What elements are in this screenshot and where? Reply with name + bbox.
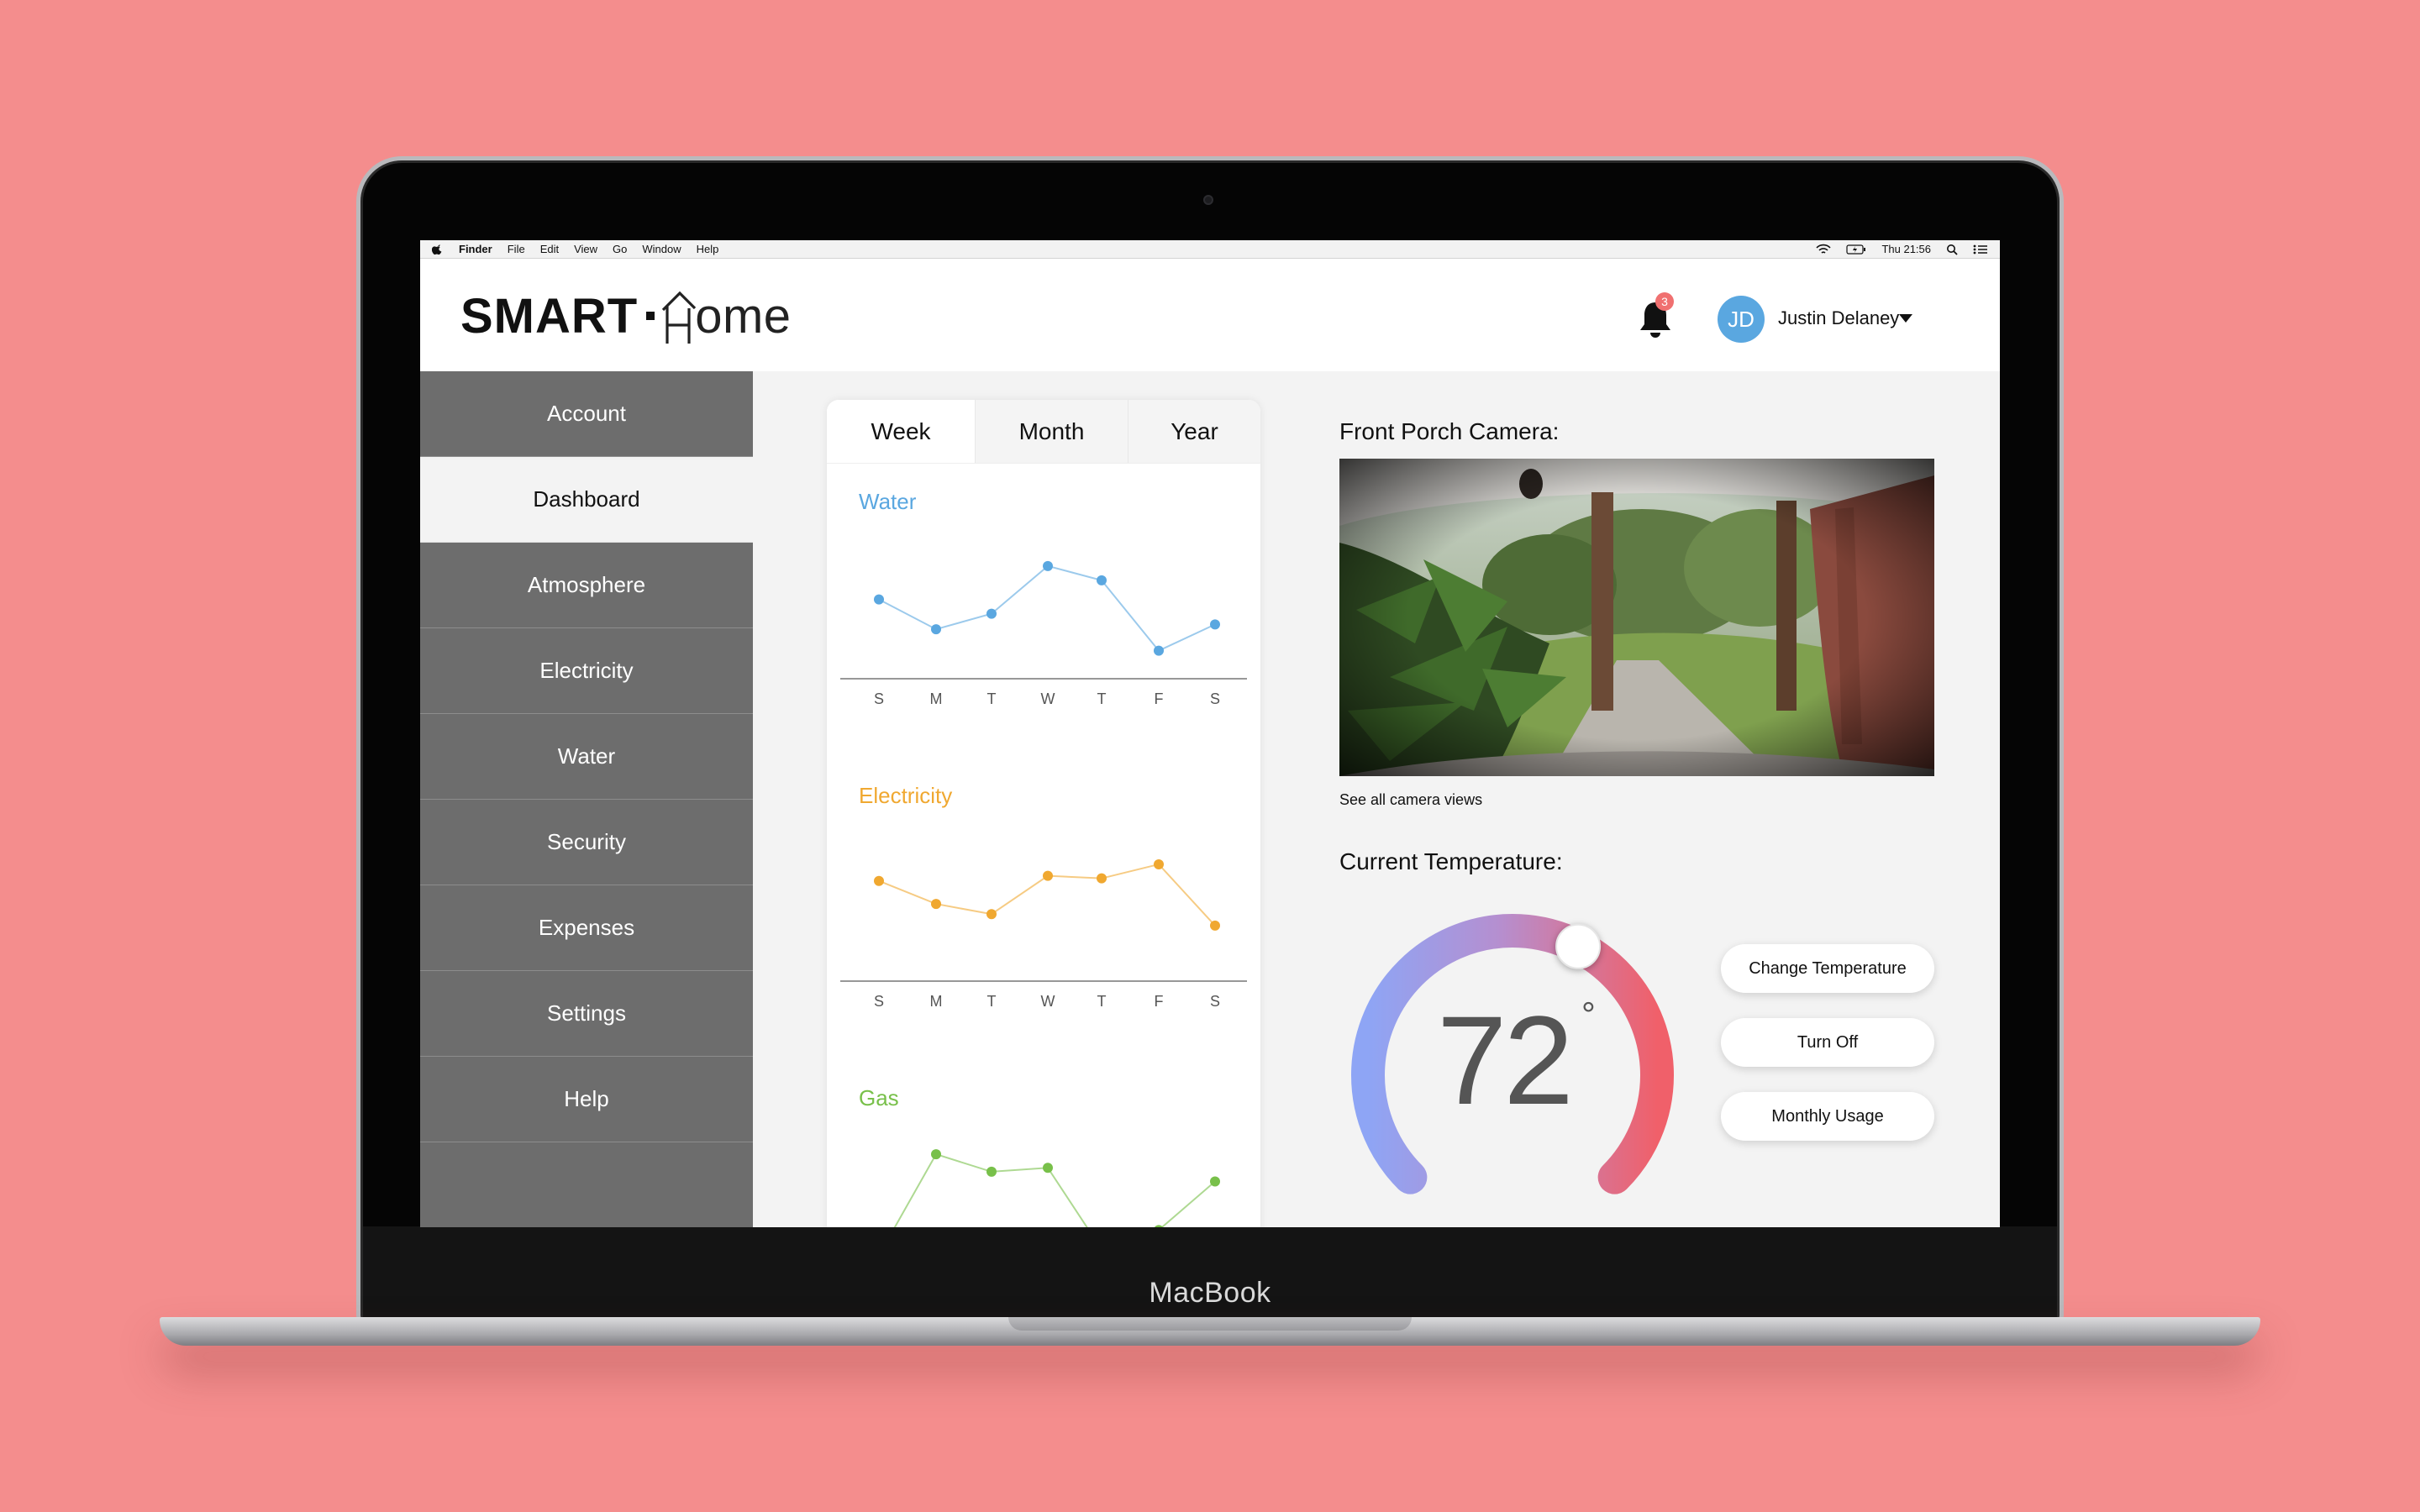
data-point[interactable] xyxy=(874,875,884,886)
sidebar-item-water[interactable]: Water xyxy=(420,714,753,800)
data-point[interactable] xyxy=(1154,645,1164,656)
thermostat-knob[interactable] xyxy=(1555,923,1602,969)
data-point[interactable] xyxy=(1210,1176,1220,1187)
electricity-chart: SMTWTFS xyxy=(840,858,1247,1010)
logo-text-home: ome xyxy=(695,288,792,344)
app-header: SMART ome 3 JD Justin Delaney xyxy=(420,259,2000,371)
menu-window[interactable]: Window xyxy=(642,243,681,255)
temperature-unit: ° xyxy=(1581,995,1596,1034)
menu-help[interactable]: Help xyxy=(697,243,719,255)
sidebar-item-settings[interactable]: Settings xyxy=(420,971,753,1057)
water-chart: SMTWTFS xyxy=(840,560,1247,707)
x-tick-label: F xyxy=(1155,993,1164,1010)
data-point[interactable] xyxy=(1154,858,1164,869)
electricity-chart-title: Electricity xyxy=(859,783,953,808)
x-tick-label: T xyxy=(987,690,997,707)
usage-charts-card: Week Month Year Water S M T W T F S Electricit… xyxy=(827,400,1260,1227)
sidebar-item-security[interactable]: Security xyxy=(420,800,753,885)
front-porch-camera-feed[interactable] xyxy=(1339,459,1934,776)
spotlight-search-icon[interactable] xyxy=(1946,244,1958,255)
x-tick-label: S xyxy=(874,993,884,1010)
menu-file[interactable]: File xyxy=(508,243,525,255)
device-brand: MacBook xyxy=(1149,1277,1271,1309)
menu-view[interactable]: View xyxy=(574,243,597,255)
sidebar-item-electricity[interactable]: Electricity xyxy=(420,628,753,714)
x-tick-label: W xyxy=(1041,690,1055,707)
menu-go[interactable]: Go xyxy=(613,243,627,255)
menu-edit[interactable]: Edit xyxy=(540,243,559,255)
change-temperature-button[interactable]: Change Temperature xyxy=(1721,944,1934,993)
x-tick-label: S xyxy=(1210,690,1220,707)
data-point[interactable] xyxy=(1097,575,1107,585)
house-letter-h-icon xyxy=(662,291,697,344)
sidebar-item-account[interactable]: Account xyxy=(420,371,753,457)
monthly-usage-button[interactable]: Monthly Usage xyxy=(1721,1092,1934,1141)
turn-off-button[interactable]: Turn Off xyxy=(1721,1018,1934,1067)
battery-icon[interactable] xyxy=(1846,244,1866,255)
data-point[interactable] xyxy=(1210,619,1220,630)
camera-image xyxy=(1339,459,1934,776)
x-tick-label: M xyxy=(930,993,943,1010)
notification-center-icon[interactable] xyxy=(1973,244,1988,255)
laptop-notch xyxy=(1008,1317,1412,1331)
data-point[interactable] xyxy=(1097,873,1107,884)
x-tick-label: T xyxy=(1097,690,1107,707)
menu-finder[interactable]: Finder xyxy=(459,243,492,255)
data-point[interactable] xyxy=(1043,870,1053,881)
menubar-clock[interactable]: Thu 21:56 xyxy=(1881,243,1931,255)
notification-count-badge: 3 xyxy=(1655,292,1674,311)
data-point[interactable] xyxy=(874,594,884,605)
webcam-icon xyxy=(1203,195,1213,205)
x-tick-label: S xyxy=(1210,993,1220,1010)
period-tabs: Week Month Year xyxy=(827,400,1260,464)
x-tick-label: T xyxy=(1097,993,1107,1010)
temperature-section-title: Current Temperature: xyxy=(1339,848,1563,874)
sidebar-item-atmosphere[interactable]: Atmosphere xyxy=(420,543,753,628)
logo-text-smart: SMART xyxy=(460,288,639,344)
data-point[interactable] xyxy=(986,909,997,920)
tab-week[interactable]: Week xyxy=(827,400,975,463)
wifi-icon[interactable] xyxy=(1816,244,1832,255)
water-chart-title: Water xyxy=(859,489,917,514)
user-name[interactable]: Justin Delaney xyxy=(1778,307,1899,329)
tab-month[interactable]: Month xyxy=(975,400,1128,463)
tab-year[interactable]: Year xyxy=(1128,400,1260,463)
sidebar-nav: Account Dashboard Atmosphere Electricity… xyxy=(420,371,753,1227)
data-point[interactable] xyxy=(986,608,997,619)
x-tick-label: S xyxy=(874,690,884,707)
mac-menu-bar: Finder File Edit View Go Window Help Thu… xyxy=(420,240,2000,259)
current-temperature-value: 72 xyxy=(1437,990,1574,1131)
data-point[interactable] xyxy=(931,1149,941,1160)
x-tick-label: M xyxy=(930,690,943,707)
apple-icon[interactable] xyxy=(432,244,444,255)
logo-dot xyxy=(646,312,655,320)
x-tick-label: W xyxy=(1041,993,1055,1010)
gas-chart-title: Gas xyxy=(859,1085,899,1110)
data-point[interactable] xyxy=(931,899,941,910)
series-line xyxy=(878,564,1216,652)
smart-home-logo[interactable]: SMART ome xyxy=(460,282,792,349)
camera-section-title: Front Porch Camera: xyxy=(1339,418,1560,444)
sidebar-item-expenses[interactable]: Expenses xyxy=(420,885,753,971)
data-point[interactable] xyxy=(1043,1163,1053,1173)
data-point[interactable] xyxy=(986,1166,997,1177)
gas-chart xyxy=(893,1149,1220,1227)
data-point[interactable] xyxy=(1210,920,1220,931)
x-tick-label: T xyxy=(987,993,997,1010)
user-avatar[interactable]: JD xyxy=(1718,296,1765,343)
x-tick-label: F xyxy=(1155,690,1164,707)
screen: Finder File Edit View Go Window Help Thu… xyxy=(420,240,2000,1227)
see-all-cameras-link[interactable]: See all camera views xyxy=(1339,791,1482,809)
chevron-down-icon[interactable] xyxy=(1899,314,1912,323)
sidebar-item-dashboard[interactable]: Dashboard xyxy=(420,457,753,543)
data-point[interactable] xyxy=(931,624,941,635)
data-point[interactable] xyxy=(1043,560,1053,571)
sidebar-item-help[interactable]: Help xyxy=(420,1057,753,1142)
